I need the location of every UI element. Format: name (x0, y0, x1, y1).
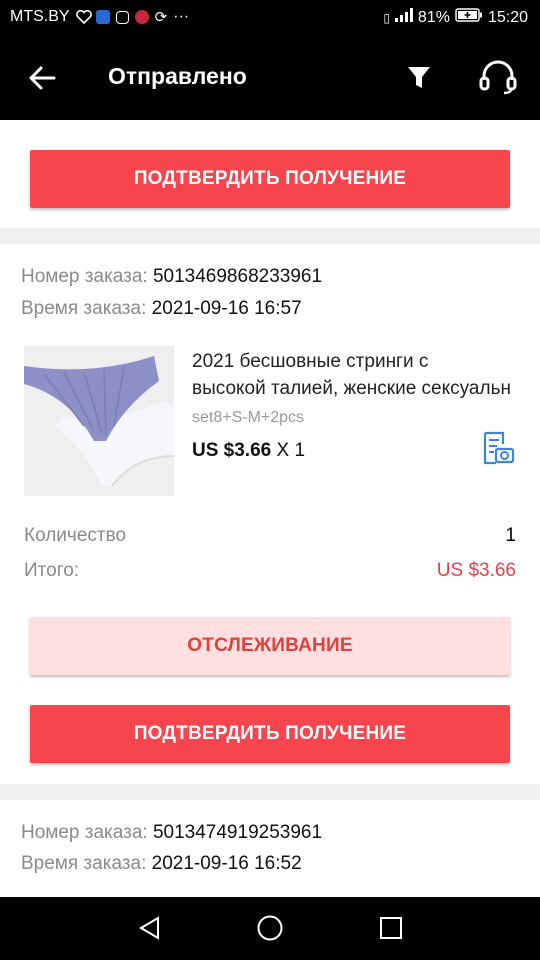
product-image[interactable] (24, 346, 174, 496)
nav-back-icon[interactable] (137, 915, 163, 941)
support-headset-icon[interactable] (478, 60, 518, 96)
receipt-photo-icon[interactable] (479, 430, 515, 466)
order-number-label: Номер заказа: (21, 822, 148, 843)
order-time-row: Время заказа: 2021-09-16 16:57 (21, 298, 302, 320)
battery-percent: 81% (417, 8, 450, 26)
back-arrow-icon[interactable] (26, 62, 58, 94)
quantity-label: Количество (24, 525, 127, 546)
order-card (0, 244, 540, 784)
product-sku: set8+S-M+2pcs (192, 409, 305, 426)
order-number-label: Номер заказа: (21, 266, 148, 287)
app-bar: Отправлено (0, 36, 540, 120)
product-title[interactable]: 2021 бесшовные стринги с высокой талией,… (192, 348, 517, 402)
order-number-row: Номер заказа: 5013469868233961 (21, 266, 322, 288)
order-number-row: Номер заказа: 5013474919253961 (21, 822, 322, 844)
tracking-button[interactable]: ОТСЛЕЖИВАНИЕ (30, 617, 510, 675)
system-nav-bar (0, 897, 540, 960)
order-number: 5013474919253961 (152, 822, 323, 843)
order-time-label: Время заказа: (21, 853, 147, 874)
filter-icon[interactable] (405, 64, 433, 92)
page-title: Отправлено (108, 63, 247, 89)
sync-icon: ⟳ (154, 9, 168, 26)
order-time: 2021-09-16 16:57 (151, 298, 302, 319)
total-value: US $3.66 (436, 560, 516, 581)
product-title-line2: высокой талией, женские сексуальн (192, 378, 511, 399)
order-time-label: Время заказа: (21, 298, 147, 319)
confirm-receipt-button[interactable]: ПОДТВЕРДИТЬ ПОЛУЧЕНИЕ (30, 705, 510, 763)
product-price-row: US $3.66 X 1 (192, 440, 305, 462)
battery-icon (455, 8, 483, 27)
status-bar: MTS.BY ⟳ ··· ▯ 81% 15:20 (0, 0, 540, 36)
total-row: Итого: US $3.66 (24, 560, 516, 582)
shield-app-icon (95, 10, 110, 24)
nav-home-icon[interactable] (256, 914, 284, 942)
total-label: Итого: (24, 560, 80, 581)
more-notifications-icon: ··· (173, 8, 190, 25)
signal-icon (394, 8, 413, 27)
quantity-value: 1 (505, 525, 516, 546)
clock: 15:20 (487, 8, 528, 26)
instagram-icon (115, 10, 129, 24)
product-price: US $3.66 (192, 440, 272, 461)
nav-recents-icon[interactable] (378, 915, 404, 941)
product-qty: X 1 (276, 440, 306, 461)
product-title-line1: 2021 бесшовные стринги с (192, 351, 429, 372)
vibrate-icon: ▯ (383, 10, 390, 25)
order-time-row: Время заказа: 2021-09-16 16:52 (21, 853, 302, 875)
confirm-receipt-button[interactable]: ПОДТВЕРДИТЬ ПОЛУЧЕНИЕ (30, 150, 510, 208)
order-number: 5013469868233961 (152, 266, 323, 287)
order-time: 2021-09-16 16:52 (151, 853, 302, 874)
order-card (0, 800, 540, 897)
quantity-row: Количество 1 (24, 525, 516, 547)
heart-monitor-icon (75, 9, 92, 25)
carrier-label: MTS.BY (10, 8, 70, 25)
order-card-previous: ПОДТВЕРДИТЬ ПОЛУЧЕНИЕ (0, 120, 540, 228)
app-notification-icon (134, 10, 149, 24)
